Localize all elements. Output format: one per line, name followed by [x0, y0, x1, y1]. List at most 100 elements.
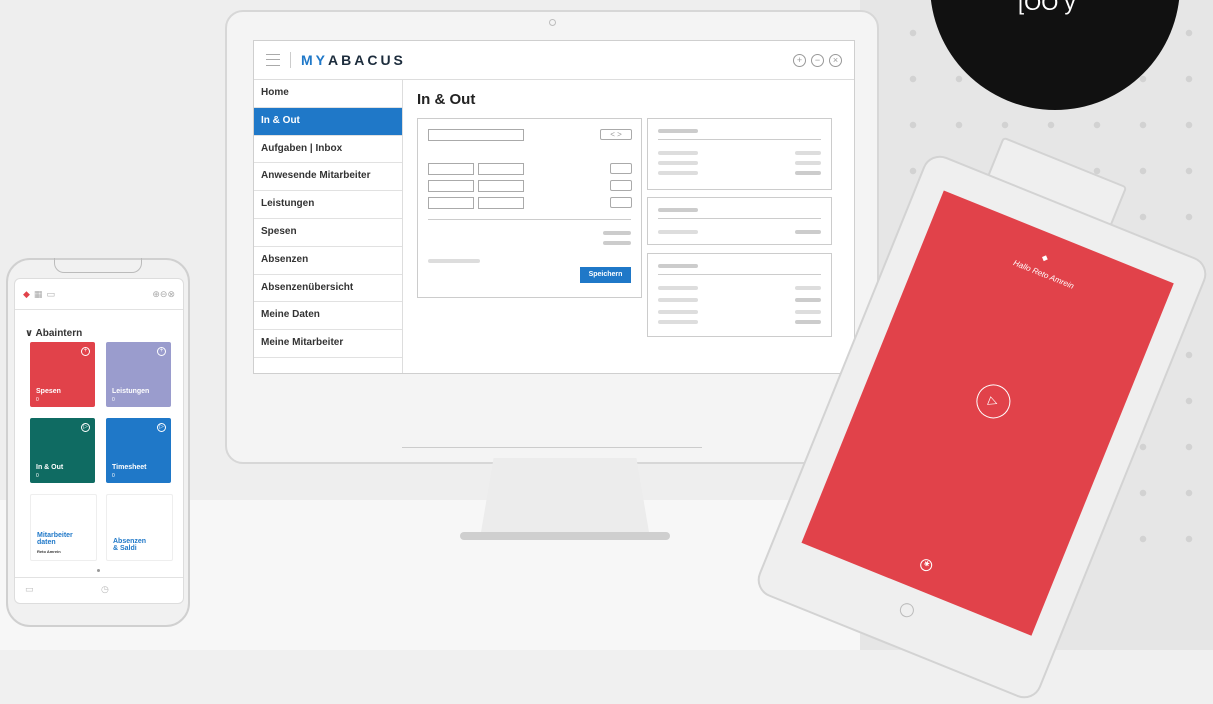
eye-icon[interactable]: [610, 163, 632, 174]
sidebar-item-aufgaben[interactable]: Aufgaben | Inbox: [254, 136, 402, 164]
sidebar-item-home[interactable]: Home: [254, 80, 402, 108]
tile-label: Mitarbeiter daten: [37, 532, 73, 546]
greeting-text: Hallo Reto Amrein: [1011, 258, 1076, 291]
in-out-form: < > Speichern: [417, 118, 642, 298]
sidebar-item-absenzen[interactable]: Absenzen: [254, 247, 402, 275]
placeholder-line: [795, 161, 821, 165]
sidebar-item-in-out[interactable]: In & Out: [254, 107, 402, 136]
placeholder-line: [795, 171, 821, 175]
time-field[interactable]: [428, 163, 474, 175]
divider: [658, 139, 821, 140]
window-controls: + − ×: [793, 53, 842, 67]
eye-icon[interactable]: [610, 180, 632, 191]
tile-label: Absenzen & Saldi: [113, 538, 147, 552]
sidebar-item-meine-daten[interactable]: Meine Daten: [254, 302, 402, 331]
placeholder-line: [603, 231, 631, 235]
placeholder-line: [658, 286, 698, 290]
tile-timesheet[interactable]: ▷ Timesheet 0: [106, 418, 171, 483]
placeholder-line: [795, 286, 821, 290]
sidebar-item-anwesende[interactable]: Anwesende Mitarbeiter: [254, 163, 402, 192]
placeholder-line: [795, 310, 821, 314]
app-icon[interactable]: ◆: [23, 289, 30, 300]
placeholder-line: [658, 171, 698, 175]
placeholder-line: [658, 208, 698, 212]
clock-icon[interactable]: ◷: [101, 584, 109, 595]
sidebar-item-absenzenuebersicht[interactable]: Absenzenübersicht: [254, 275, 402, 303]
placeholder-line: [658, 151, 698, 155]
placeholder-line: [658, 320, 698, 324]
placeholder-line: [795, 320, 821, 324]
page-indicator: [97, 569, 100, 572]
tile-count: 0: [112, 473, 115, 479]
settings-icon[interactable]: ✱: [918, 557, 934, 573]
monitor-stand-base: [460, 532, 670, 540]
tile-count: 0: [36, 397, 39, 403]
phone-device: ◆ ▦ ▭ ⊕⊖⊗ ∨ Abaintern + Spesen 0 + Leist…: [6, 258, 190, 627]
sidebar-item-meine-mitarbeiter[interactable]: Meine Mitarbeiter: [254, 330, 402, 358]
summary-card: [647, 253, 832, 337]
eye-icon[interactable]: [610, 197, 632, 208]
divider: [658, 274, 821, 275]
time-field[interactable]: [478, 163, 524, 175]
tile-mitarbeiterdaten[interactable]: Mitarbeiter daten Reto Amrein: [30, 494, 97, 561]
section-header[interactable]: ∨ Abaintern: [25, 328, 183, 339]
placeholder-line: [603, 241, 631, 245]
placeholder-line: [658, 161, 698, 165]
plus-icon[interactable]: +: [157, 347, 166, 356]
tile-spesen[interactable]: + Spesen 0: [30, 342, 95, 407]
plus-icon[interactable]: +: [793, 53, 806, 67]
tile-leistungen[interactable]: + Leistungen 0: [106, 342, 171, 407]
placeholder-line: [658, 129, 698, 133]
play-icon[interactable]: ▷: [81, 423, 90, 432]
time-field[interactable]: [478, 180, 524, 192]
plus-icon[interactable]: +: [81, 347, 90, 356]
home-button[interactable]: [897, 601, 917, 620]
phone-notch: [54, 258, 142, 273]
minus-icon[interactable]: −: [811, 53, 824, 67]
desktop-monitor: MYABACUS + − × Home In & Out Aufgaben | …: [225, 10, 879, 464]
summary-card: [647, 118, 832, 190]
main-content: In & Out < > Speichern: [417, 91, 847, 337]
desktop-screen: MYABACUS + − × Home In & Out Aufgaben | …: [253, 40, 855, 374]
placeholder-line: [658, 264, 698, 268]
placeholder-line: [658, 230, 698, 234]
sidebar-item-spesen[interactable]: Spesen: [254, 219, 402, 247]
play-icon[interactable]: ▷: [157, 423, 166, 432]
tile-count: 0: [36, 473, 39, 479]
app-topbar: MYABACUS + − ×: [254, 41, 854, 80]
summary-card: [647, 197, 832, 245]
placeholder-line: [795, 151, 821, 155]
time-field[interactable]: [428, 180, 474, 192]
time-field[interactable]: [478, 197, 524, 209]
tile-subtitle: Reto Amrein: [37, 549, 61, 554]
grid-icon[interactable]: ▦: [34, 289, 43, 300]
file-icon[interactable]: ▭: [46, 289, 55, 300]
date-field[interactable]: [428, 129, 524, 141]
tile-in-out[interactable]: ▷ In & Out 0: [30, 418, 95, 483]
placeholder-line: [428, 259, 480, 263]
tile-absenzen-saldi[interactable]: Absenzen & Saldi: [106, 494, 173, 561]
monitor-stand: [480, 458, 650, 538]
close-icon[interactable]: ×: [829, 53, 842, 67]
placeholder-line: [795, 298, 821, 302]
chevron-down-icon: ∨: [25, 328, 36, 339]
sidebar: Home In & Out Aufgaben | Inbox Anwesende…: [254, 80, 403, 373]
tile-label: Timesheet: [112, 464, 147, 471]
hamburger-icon[interactable]: [266, 54, 280, 66]
save-button[interactable]: Speichern: [580, 267, 631, 283]
app-logo[interactable]: MYABACUS: [301, 52, 406, 68]
window-controls-icon[interactable]: ⊕⊖⊗: [152, 289, 175, 300]
chevron-left-icon[interactable]: <: [610, 130, 615, 139]
placeholder-line: [795, 230, 821, 234]
divider: [290, 52, 291, 68]
phone-toolbar: ◆ ▦ ▭ ⊕⊖⊗: [15, 279, 183, 310]
tile-label: Spesen: [36, 388, 61, 395]
chevron-right-icon[interactable]: >: [617, 130, 622, 139]
play-button[interactable]: ▷: [971, 379, 1016, 424]
date-nav[interactable]: < >: [600, 129, 632, 140]
divider: [658, 218, 821, 219]
camera-icon: [549, 19, 556, 26]
time-field[interactable]: [428, 197, 474, 209]
document-icon[interactable]: ▭: [25, 584, 34, 595]
sidebar-item-leistungen[interactable]: Leistungen: [254, 191, 402, 219]
